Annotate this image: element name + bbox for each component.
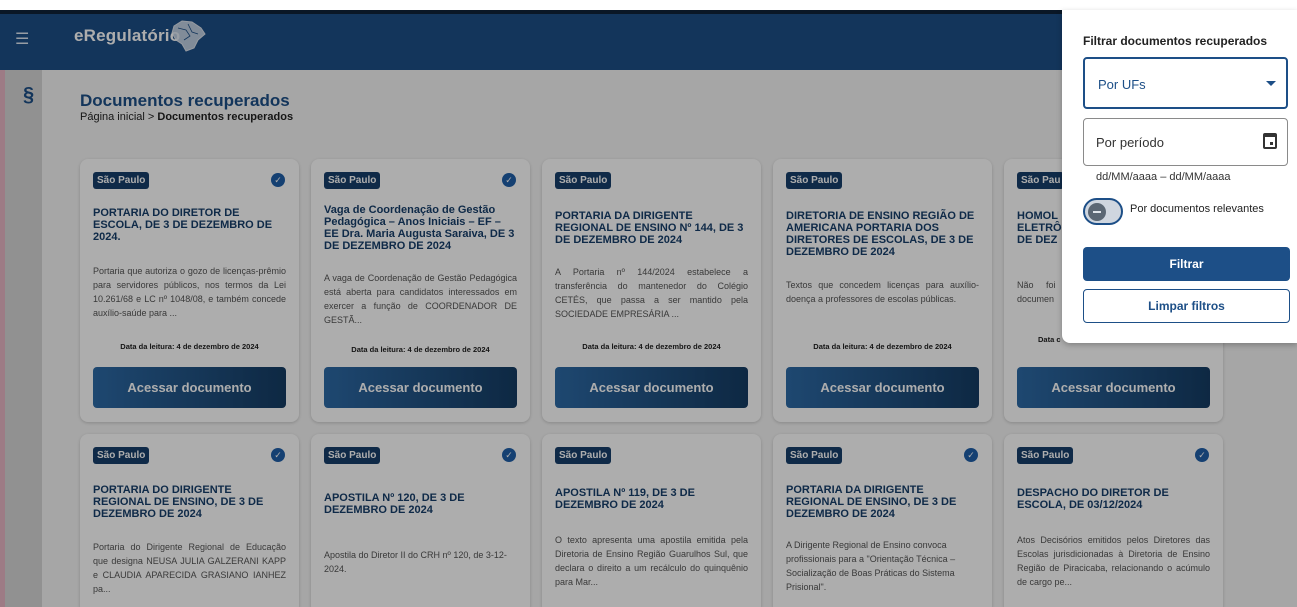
- toggle-knob: [1088, 203, 1106, 221]
- relevant-documents-label: Por documentos relevantes: [1130, 203, 1264, 215]
- uf-select-label: Por UFs: [1098, 77, 1146, 92]
- caret-down-icon: [1266, 81, 1276, 86]
- filter-button[interactable]: Filtrar: [1083, 247, 1290, 281]
- calendar-icon[interactable]: [1263, 133, 1277, 149]
- filter-panel: Filtrar documentos recuperados Por UFs P…: [1062, 10, 1297, 343]
- top-strip: [0, 0, 1297, 10]
- uf-select[interactable]: Por UFs: [1083, 57, 1288, 109]
- filter-title: Filtrar documentos recuperados: [1083, 34, 1268, 48]
- period-label: Por período: [1096, 135, 1164, 150]
- period-field[interactable]: Por período: [1083, 118, 1288, 166]
- clear-filters-button[interactable]: Limpar filtros: [1083, 289, 1290, 323]
- relevant-documents-toggle[interactable]: [1083, 198, 1123, 225]
- period-hint: dd/MM/aaaa – dd/MM/aaaa: [1096, 171, 1231, 183]
